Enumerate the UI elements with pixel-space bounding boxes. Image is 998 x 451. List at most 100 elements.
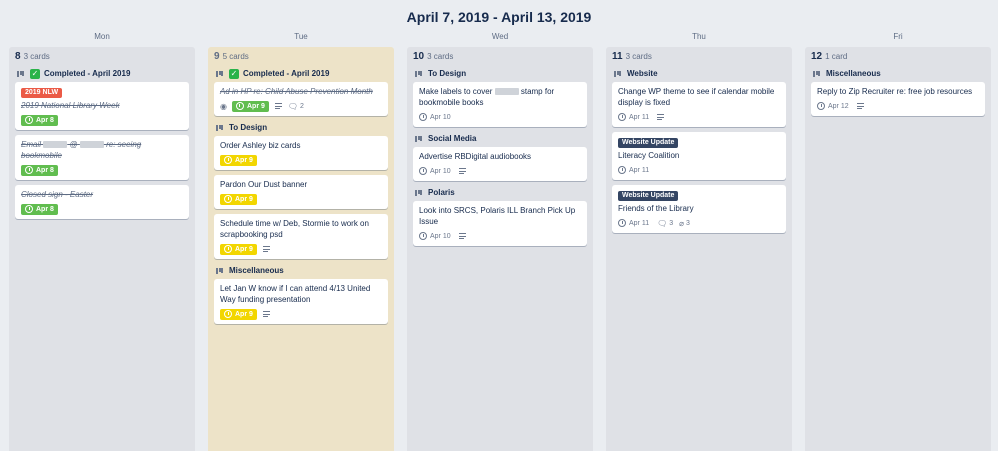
column-date: 10 [413,51,425,62]
due-date-badge[interactable]: Apr 8 [21,164,58,176]
due-date-badge[interactable]: Apr 11 [618,112,651,123]
card-badges: Apr 8 [21,114,183,126]
clock-icon [419,232,427,240]
due-date-badge[interactable]: Apr 9 [231,100,269,112]
due-date-text: Apr 9 [235,195,253,203]
list-group-header: To Design [216,121,388,134]
card-title: Closed sign - Easter [21,190,94,199]
list-group-header: Miscellaneous [216,264,388,277]
description-icon [274,103,282,109]
list-group-title: To Design [229,123,268,132]
due-date-badge[interactable]: Apr 8 [21,114,58,126]
description-icon [657,114,665,120]
eye-icon: ◉ [220,101,227,111]
check-icon: ✓ [30,68,40,79]
card-title: Let Jan W know if I can attend 4/13 Unit… [220,284,371,304]
card[interactable]: Ad in HP re: Child Abuse Prevention Mont… [214,82,388,116]
weekday-header: Mon Tue Wed Thu Fri [0,32,998,44]
card[interactable]: 2019 NLW 2019 National Library Week Apr 8 [15,82,189,130]
card-badges: Apr 8 [21,164,183,176]
description-icon [856,103,864,109]
due-date-text: Apr 11 [629,166,650,174]
card-title: Advertise RBDigital audiobooks [419,152,532,161]
due-date-badge[interactable]: Apr 10 [419,231,453,242]
due-date-badge[interactable]: Apr 11 [618,218,651,229]
card-badges: Apr 11 [618,164,780,176]
due-date-badge[interactable]: Apr 9 [220,308,257,320]
card-title: Email @ re: seeing bookmobile [21,140,142,160]
clock-icon [817,102,825,110]
column-date: 12 [811,51,823,62]
column-card-count: 1 card [825,52,848,61]
weekday-wed: Wed [491,32,509,41]
due-date-text: Apr 8 [36,166,54,174]
day-column: 83 cards ✓ Completed - April 2019 2019 NLW 2… [9,47,195,451]
board-icon [415,135,422,142]
due-date-text: Apr 9 [235,310,253,318]
clock-icon [224,245,232,253]
card-title: Look into SRCS, Polaris ILL Branch Pick … [419,206,576,226]
due-date-badge[interactable]: Apr 10 [419,166,453,177]
comment-icon: 🗨 [657,218,668,228]
card-title: Literacy Coalition [618,151,680,160]
clock-icon [618,166,626,174]
due-date-badge[interactable]: Apr 9 [220,193,257,205]
weekday-tue: Tue [294,32,308,41]
due-date-badge[interactable]: Apr 9 [220,154,257,166]
card-label: Website Update [618,191,679,201]
list-group-title: Completed - April 2019 [44,69,131,78]
redacted-text [43,141,68,149]
card-badges: Apr 9 [220,243,382,255]
column-header: 11 3 cards [612,47,786,67]
card-title: Order Ashley biz cards [220,141,301,150]
card[interactable]: Website Update Friends of the Library Apr … [612,185,786,233]
card-label: 2019 NLW [21,88,63,98]
due-date-badge[interactable]: Apr 9 [220,243,257,255]
list-group-title: To Design [428,69,467,78]
card[interactable]: Pardon Our Dust banner Apr 9 [214,175,388,209]
card[interactable]: Website Update Literacy Coalition Apr 11 [612,132,786,180]
card[interactable]: Schedule time w/ Deb, Stormie to work on… [214,214,388,259]
due-date-text: Apr 8 [36,116,54,124]
card[interactable]: Let Jan W know if I can attend 4/13 Unit… [214,279,388,324]
list-group-title: Completed - April 2019 [243,69,330,78]
due-date-badge[interactable]: Apr 11 [618,165,651,176]
attachment-count: 3 [686,219,690,227]
redacted-text [494,88,519,96]
clock-icon [618,219,626,227]
card[interactable]: Advertise RBDigital audiobooks Apr 10 [413,147,587,181]
card-title: Make labels to cover stamp for bookmobil… [419,87,555,107]
column-card-count: 3 cards [625,52,652,61]
due-date-badge[interactable]: Apr 10 [419,112,453,123]
clock-icon [25,205,33,213]
redacted-text [79,141,104,149]
card[interactable]: Look into SRCS, Polaris ILL Branch Pick … [413,201,587,246]
board-icon [813,70,820,77]
weekday-fri: Fri [893,32,903,41]
due-date-text: Apr 10 [430,167,451,175]
card-title: Change WP theme to see if calendar mobil… [618,87,775,107]
column-header: 12 1 card [811,47,985,67]
list-group-title: Miscellaneous [229,266,284,275]
card[interactable]: Order Ashley biz cards Apr 9 [214,136,388,170]
list-group-header: Website [614,67,786,80]
description-icon [262,246,270,252]
list-group-header: Social Media [415,132,587,145]
column-header: 95 cards [214,47,388,67]
due-date-badge[interactable]: Apr 8 [21,203,58,215]
board-icon [216,267,223,274]
card[interactable]: Change WP theme to see if calendar mobil… [612,82,786,127]
description-icon [262,311,270,317]
due-date-badge[interactable]: Apr 12 [817,101,851,112]
card[interactable]: Make labels to cover stamp for bookmobil… [413,82,587,127]
due-date-text: Apr 11 [629,219,650,227]
board-icon [216,70,223,77]
board-icon [415,70,422,77]
card[interactable]: Closed sign - Easter Apr 8 [15,185,189,219]
day-column: 95 cards ✓ Completed - April 2019 Ad in HP … [208,47,394,451]
card-title: Ad in HP re: Child Abuse Prevention Mont… [220,87,373,96]
comment-count: 2 [300,102,304,110]
card[interactable]: Reply to Zip Recruiter re: free job reso… [811,82,985,116]
card[interactable]: Email @ re: seeing bookmobile Apr 8 [15,135,189,180]
description-icon [458,233,466,239]
